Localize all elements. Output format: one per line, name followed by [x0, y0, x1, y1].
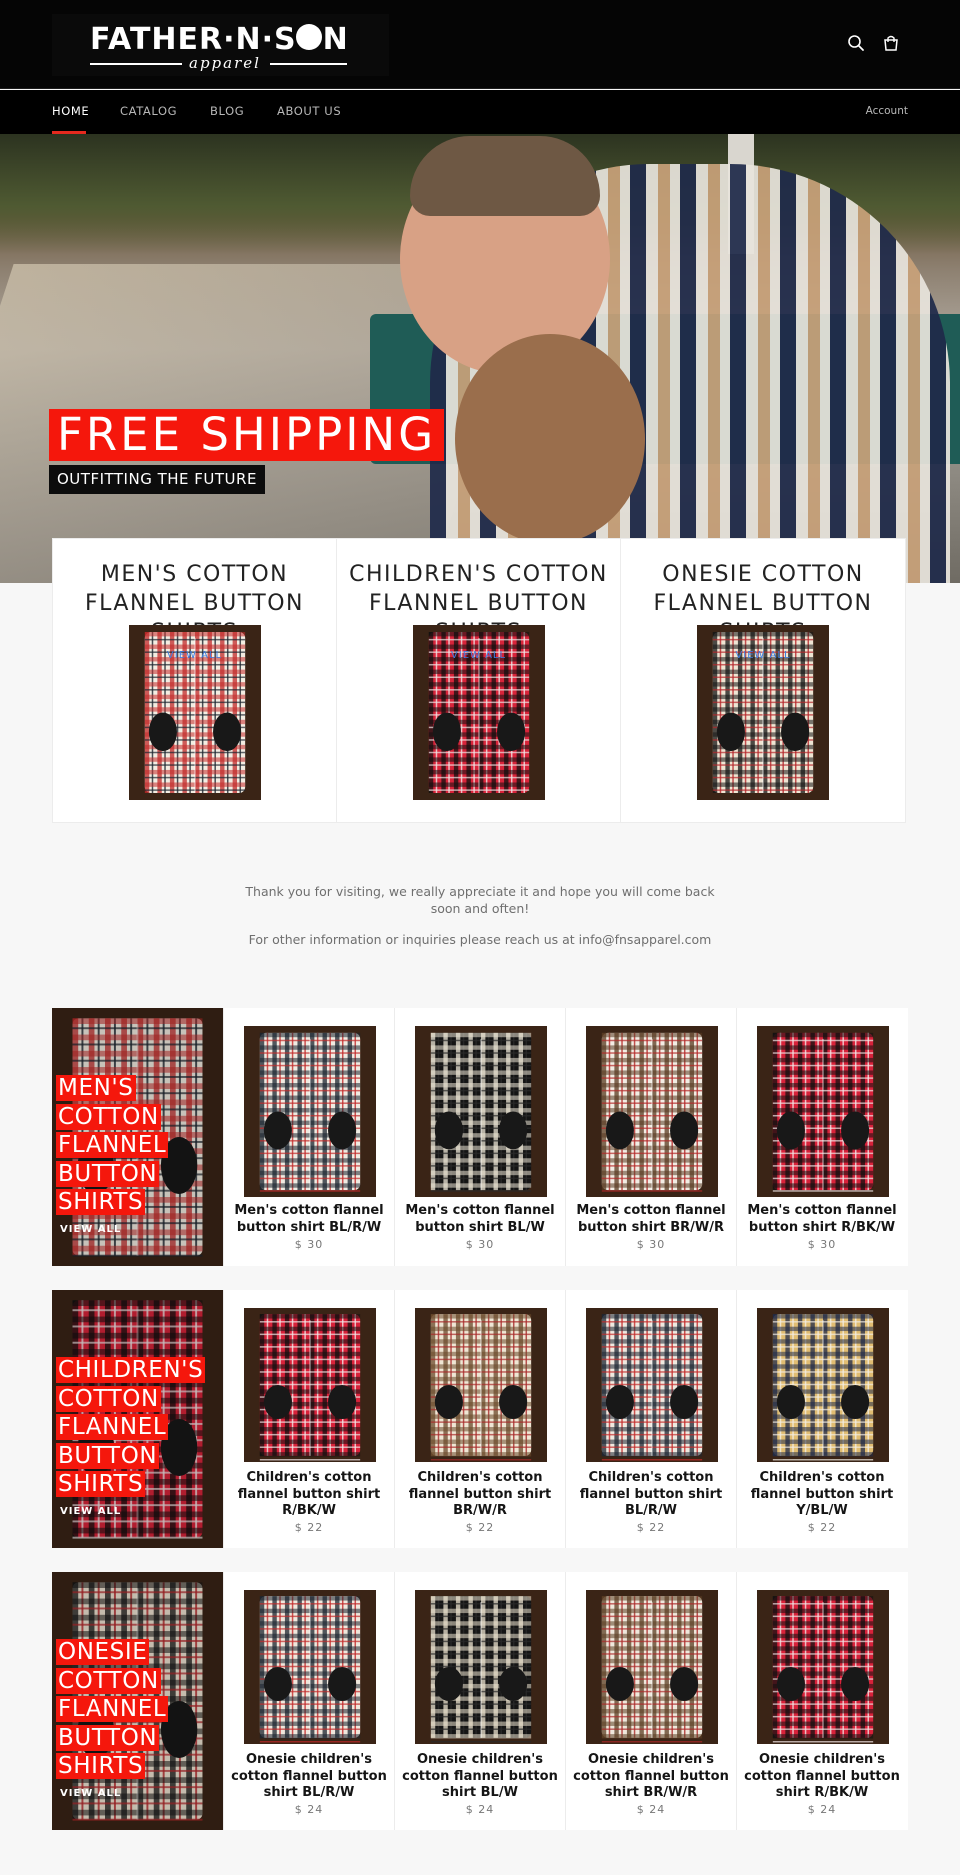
account-link[interactable]: Account — [866, 105, 908, 117]
product-name: Men's cotton flannel button shirt R/BK/W — [747, 1203, 897, 1235]
product-image — [586, 1308, 718, 1462]
hero-title: FREE SHIPPING — [49, 409, 445, 461]
product-card[interactable]: Men's cotton flannel button shirt R/BK/W… — [736, 1008, 907, 1266]
product-name: Men's cotton flannel button shirt BL/R/W — [234, 1203, 384, 1235]
hero-image-son — [455, 334, 645, 544]
product-image — [415, 1026, 547, 1197]
product-card[interactable]: Children's cotton flannel button shirt Y… — [736, 1290, 907, 1548]
product-name: Men's cotton flannel button shirt BR/W/R — [576, 1203, 726, 1235]
product-image — [757, 1590, 889, 1744]
product-image — [757, 1308, 889, 1462]
product-price: $ 22 — [465, 1521, 495, 1534]
product-image — [244, 1590, 376, 1744]
hero-banner[interactable]: FREE SHIPPING OUTFITTING THE FUTURE — [0, 134, 960, 583]
product-name: Onesie children's cotton flannel button … — [231, 1752, 387, 1800]
product-card[interactable]: Onesie children's cotton flannel button … — [565, 1572, 736, 1830]
nav-catalog[interactable]: CATALOG — [120, 104, 177, 118]
view-all-link[interactable]: View all — [621, 650, 905, 661]
logo-subtitle: apparel — [189, 54, 261, 72]
product-card[interactable]: Men's cotton flannel button shirt BR/W/R… — [565, 1008, 736, 1266]
product-price: $ 24 — [636, 1803, 666, 1816]
product-name: Onesie children's cotton flannel button … — [744, 1752, 900, 1800]
collection-list: MEN'S COTTON FLANNEL BUTTON SHIRTS View … — [52, 538, 906, 823]
product-image — [244, 1308, 376, 1462]
product-card[interactable]: Onesie children's cotton flannel button … — [223, 1572, 394, 1830]
product-image — [415, 1308, 547, 1462]
logo-divider — [270, 63, 347, 65]
product-name: Children's cotton flannel button shirt B… — [408, 1470, 552, 1518]
product-card[interactable]: Onesie children's cotton flannel button … — [394, 1572, 565, 1830]
feature-title: MEN'S COTTON FLANNEL BUTTON SHIRTS — [56, 1075, 169, 1215]
product-price: $ 22 — [807, 1521, 837, 1534]
hero-subtitle: OUTFITTING THE FUTURE — [49, 465, 265, 494]
product-section-childrens: CHILDREN'S COTTON FLANNEL BUTTON SHIRTS … — [52, 1290, 908, 1548]
site-logo[interactable]: FATHER·N·S N apparel — [52, 14, 389, 76]
product-card[interactable]: Children's cotton flannel button shirt R… — [223, 1290, 394, 1548]
product-price: $ 30 — [636, 1238, 666, 1251]
contact-message: For other information or inquiries pleas… — [248, 932, 712, 947]
featured-collection-onesie[interactable]: ONESIE COTTON FLANNEL BUTTON SHIRTS VIEW… — [52, 1572, 223, 1830]
product-image — [586, 1026, 718, 1197]
product-name: Children's cotton flannel button shirt R… — [237, 1470, 381, 1518]
product-price: $ 22 — [636, 1521, 666, 1534]
search-icon[interactable] — [847, 34, 865, 52]
product-image — [415, 1590, 547, 1744]
feature-title: CHILDREN'S COTTON FLANNEL BUTTON SHIRTS — [56, 1357, 206, 1497]
nav-home[interactable]: HOME — [52, 104, 89, 118]
product-card[interactable]: Onesie children's cotton flannel button … — [736, 1572, 907, 1830]
featured-collection-mens[interactable]: MEN'S COTTON FLANNEL BUTTON SHIRTS VIEW … — [52, 1008, 223, 1266]
product-image — [586, 1590, 718, 1744]
product-price: $ 30 — [294, 1238, 324, 1251]
collection-card-mens[interactable]: MEN'S COTTON FLANNEL BUTTON SHIRTS View … — [53, 539, 337, 823]
featured-collection-childrens[interactable]: CHILDREN'S COTTON FLANNEL BUTTON SHIRTS … — [52, 1290, 223, 1548]
main-nav: HOME CATALOG BLOG ABOUT US Account — [0, 90, 960, 134]
product-price: $ 24 — [294, 1803, 324, 1816]
product-section-mens: MEN'S COTTON FLANNEL BUTTON SHIRTS VIEW … — [52, 1008, 908, 1266]
product-price: $ 30 — [807, 1238, 837, 1251]
welcome-message: Thank you for visiting, we really apprec… — [245, 884, 715, 916]
product-section-onesie: ONESIE COTTON FLANNEL BUTTON SHIRTS VIEW… — [52, 1572, 908, 1830]
product-name: Onesie children's cotton flannel button … — [573, 1752, 729, 1800]
site-header: FATHER·N·S N apparel — [0, 0, 960, 89]
hand-icon — [296, 24, 322, 50]
view-all-link[interactable]: View all — [53, 650, 336, 661]
view-all-link[interactable]: VIEW ALL — [60, 1788, 121, 1799]
product-image — [244, 1026, 376, 1197]
product-name: Children's cotton flannel button shirt B… — [579, 1470, 723, 1518]
product-card[interactable]: Children's cotton flannel button shirt B… — [565, 1290, 736, 1548]
view-all-link[interactable]: View all — [337, 650, 620, 661]
hero-image-hair — [410, 136, 600, 216]
collection-card-onesie[interactable]: ONESIE COTTON FLANNEL BUTTON SHIRTS View… — [621, 539, 905, 823]
logo-divider — [90, 63, 182, 65]
product-card[interactable]: Men's cotton flannel button shirt BL/W $… — [394, 1008, 565, 1266]
collection-card-childrens[interactable]: CHILDREN'S COTTON FLANNEL BUTTON SHIRTS … — [337, 539, 621, 823]
product-price: $ 24 — [807, 1803, 837, 1816]
cart-icon[interactable] — [882, 34, 900, 52]
view-all-link[interactable]: VIEW ALL — [60, 1224, 121, 1235]
nav-about-us[interactable]: ABOUT US — [277, 104, 341, 118]
product-card[interactable]: Children's cotton flannel button shirt B… — [394, 1290, 565, 1548]
product-price: $ 24 — [465, 1803, 495, 1816]
nav-blog[interactable]: BLOG — [210, 104, 244, 118]
product-card[interactable]: Men's cotton flannel button shirt BL/R/W… — [223, 1008, 394, 1266]
product-name: Onesie children's cotton flannel button … — [402, 1752, 558, 1800]
product-price: $ 22 — [294, 1521, 324, 1534]
product-image — [757, 1026, 889, 1197]
product-name: Children's cotton flannel button shirt Y… — [750, 1470, 894, 1518]
product-name: Men's cotton flannel button shirt BL/W — [405, 1203, 555, 1235]
feature-title: ONESIE COTTON FLANNEL BUTTON SHIRTS — [56, 1639, 169, 1779]
view-all-link[interactable]: VIEW ALL — [60, 1506, 121, 1517]
product-price: $ 30 — [465, 1238, 495, 1251]
